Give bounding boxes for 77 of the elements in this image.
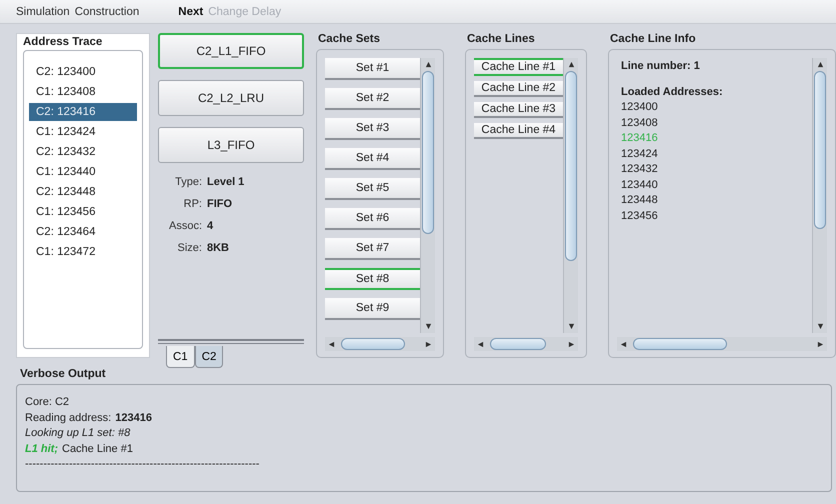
property-value: 4 bbox=[207, 220, 214, 232]
cache-line-button[interactable]: Cache Line #3 bbox=[474, 102, 563, 118]
panel-title: Cache Lines bbox=[466, 33, 536, 47]
output-line: Core: C2 bbox=[25, 395, 70, 410]
horizontal-scrollbar[interactable] bbox=[617, 337, 827, 351]
left-arrow-icon[interactable] bbox=[477, 340, 484, 348]
address-item[interactable]: C1: 123440 bbox=[29, 163, 137, 181]
set-button[interactable]: Set #2 bbox=[325, 88, 420, 110]
core-tab[interactable]: C1 bbox=[166, 346, 195, 368]
loaded-address: 123456 bbox=[621, 208, 659, 224]
cache-line-button[interactable]: Cache Line #2 bbox=[474, 81, 563, 97]
up-arrow-icon[interactable] bbox=[568, 61, 574, 68]
panel-title: Verbose Output bbox=[19, 368, 107, 382]
address-item[interactable]: C2: 123400 bbox=[29, 63, 137, 81]
vertical-scrollbar[interactable] bbox=[563, 58, 578, 333]
loaded-address: 123408 bbox=[621, 116, 659, 130]
set-button[interactable]: Set #6 bbox=[325, 208, 420, 230]
right-arrow-icon[interactable] bbox=[425, 340, 432, 348]
output-line: Reading address: 123416 bbox=[25, 410, 153, 425]
cache-button[interactable]: C2_L1_FIFO bbox=[158, 33, 304, 69]
menu-item[interactable]: Simulation bbox=[16, 6, 70, 18]
up-arrow-icon[interactable] bbox=[816, 61, 824, 68]
loaded-address: 123440 bbox=[621, 178, 659, 192]
up-arrow-icon[interactable] bbox=[424, 61, 432, 68]
menu-item[interactable]: Construction bbox=[74, 6, 140, 18]
panel-title: Cache Line Info bbox=[609, 33, 697, 47]
address-item[interactable]: C2: 123448 bbox=[29, 183, 137, 201]
left-arrow-icon[interactable] bbox=[620, 340, 627, 348]
address-item[interactable]: C2: 123464 bbox=[29, 223, 137, 241]
set-button[interactable]: Set #5 bbox=[325, 178, 420, 200]
address-item[interactable]: C1: 123472 bbox=[29, 243, 137, 261]
cache-line-button[interactable]: Cache Line #4 bbox=[474, 123, 563, 139]
set-button[interactable]: Set #3 bbox=[325, 118, 420, 140]
loaded-address: 123416 bbox=[621, 131, 659, 146]
address-item[interactable]: C2: 123416 bbox=[29, 103, 137, 121]
vertical-scrollbar[interactable] bbox=[812, 58, 827, 333]
down-arrow-icon[interactable] bbox=[424, 323, 432, 330]
set-button[interactable]: Set #1 bbox=[325, 58, 420, 80]
horizontal-scrollbar[interactable] bbox=[474, 337, 578, 351]
set-button[interactable]: Set #4 bbox=[325, 148, 420, 170]
right-arrow-icon[interactable] bbox=[568, 340, 575, 348]
loaded-address: 123424 bbox=[621, 146, 659, 162]
set-button[interactable]: Set #7 bbox=[325, 238, 420, 260]
address-item[interactable]: C2: 123432 bbox=[29, 143, 137, 161]
property-label: RP: bbox=[182, 198, 202, 210]
core-tab[interactable]: C2 bbox=[194, 346, 224, 368]
toolbar-action[interactable]: Next bbox=[178, 6, 204, 18]
vertical-scrollbar[interactable] bbox=[420, 58, 435, 333]
horizontal-scrollbar[interactable] bbox=[325, 337, 435, 351]
panel-title: Cache Sets bbox=[317, 33, 382, 47]
property-label: Assoc: bbox=[168, 220, 202, 232]
panel-title: Address Trace bbox=[23, 36, 104, 48]
property-value: FIFO bbox=[207, 198, 232, 210]
down-arrow-icon[interactable] bbox=[568, 323, 574, 330]
right-arrow-icon[interactable] bbox=[817, 340, 824, 348]
loaded-address: 123400 bbox=[621, 100, 659, 115]
property-label: Size: bbox=[176, 242, 202, 254]
address-item[interactable]: C1: 123424 bbox=[29, 123, 137, 141]
property-value: Level 1 bbox=[207, 176, 244, 188]
output-line: Looking up L1 set: #8 bbox=[25, 426, 132, 440]
property-label: Type: bbox=[174, 176, 202, 188]
address-item[interactable]: C1: 123456 bbox=[29, 203, 137, 221]
property-value: 8KB bbox=[207, 242, 230, 254]
loaded-address: 123448 bbox=[621, 193, 659, 208]
loaded-address: 123432 bbox=[621, 162, 659, 177]
left-arrow-icon[interactable] bbox=[328, 340, 335, 348]
cache-line-button[interactable]: Cache Line #1 bbox=[474, 58, 563, 76]
output-line: L1 hit; Cache Line #1 bbox=[25, 442, 134, 456]
address-item[interactable]: C1: 123408 bbox=[29, 83, 137, 101]
set-button[interactable]: Set #9 bbox=[325, 298, 420, 320]
cache-button[interactable]: L3_FIFO bbox=[158, 127, 304, 163]
loaded-addresses-heading: Loaded Addresses: bbox=[621, 86, 724, 98]
set-button[interactable]: Set #8 bbox=[325, 268, 420, 290]
line-number: Line number: 1 bbox=[621, 60, 701, 72]
output-line: ---------------------------------------------------------------- bbox=[25, 457, 260, 472]
cache-button[interactable]: C2_L2_LRU bbox=[158, 80, 304, 116]
down-arrow-icon[interactable] bbox=[816, 323, 824, 330]
